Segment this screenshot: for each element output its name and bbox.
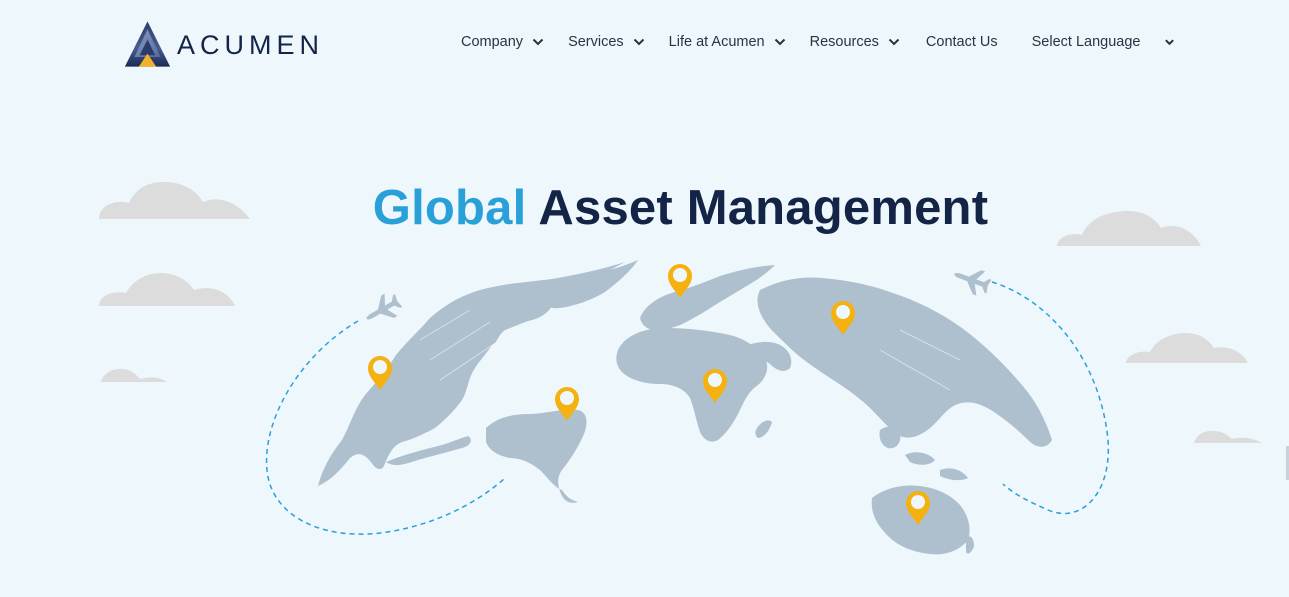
chevron-down-icon bbox=[774, 38, 785, 46]
flight-route-right bbox=[991, 281, 1110, 515]
airplane-icon bbox=[360, 289, 406, 330]
continent-arabia bbox=[742, 341, 792, 371]
chevron-down-icon bbox=[1165, 39, 1175, 46]
location-pin-icon[interactable] bbox=[368, 356, 392, 390]
continent-europe bbox=[640, 265, 775, 330]
location-pin-icon[interactable] bbox=[703, 369, 727, 403]
chevron-down-icon bbox=[532, 38, 544, 46]
location-pin-icon[interactable] bbox=[668, 264, 692, 298]
nav-item-services[interactable]: Services bbox=[568, 34, 645, 50]
location-pin-icon[interactable] bbox=[831, 301, 855, 335]
continent-north-america bbox=[318, 262, 625, 486]
hero-title-rest: Asset Management bbox=[526, 181, 989, 235]
continents bbox=[318, 260, 1052, 555]
language-select[interactable]: Select Language bbox=[1032, 34, 1176, 50]
nav-item-resources[interactable]: Resources bbox=[810, 34, 900, 50]
continent-greenland bbox=[540, 260, 638, 309]
flight-route-left bbox=[265, 320, 506, 535]
main-nav: Company Services Life at Acumen Resource… bbox=[461, 30, 1175, 54]
continent-central-america bbox=[386, 436, 471, 466]
location-pin-icon[interactable] bbox=[906, 491, 930, 525]
nav-item-label: Services bbox=[568, 34, 624, 50]
cloud bbox=[101, 368, 167, 382]
language-select-label: Select Language bbox=[1031, 34, 1141, 50]
continent-south-america bbox=[486, 409, 587, 503]
nav-item-contact-us[interactable]: Contact Us bbox=[926, 34, 998, 50]
nav-item-life-at-acumen[interactable]: Life at Acumen bbox=[669, 34, 786, 50]
world-map-illustration bbox=[99, 181, 1262, 555]
continent-africa bbox=[616, 328, 768, 442]
hero-title-accent: Global bbox=[372, 181, 527, 235]
brand-name: ACUMEN bbox=[176, 29, 324, 60]
airplane-icon bbox=[950, 261, 994, 299]
chevron-down-icon bbox=[888, 38, 900, 46]
nav-item-label: Company bbox=[461, 34, 524, 50]
acumen-logo-icon bbox=[124, 21, 171, 67]
continent-madagascar bbox=[755, 420, 772, 438]
nav-item-company[interactable]: Company bbox=[461, 34, 544, 50]
hero-title: Global Asset Management bbox=[0, 180, 1289, 236]
nav-item-label: Life at Acumen bbox=[668, 34, 765, 50]
map-texture bbox=[419, 309, 961, 391]
nav-item-label: Contact Us bbox=[925, 34, 998, 50]
continent-asia bbox=[757, 277, 1052, 447]
cloud bbox=[1194, 430, 1262, 443]
brand-logo[interactable]: ACUMEN bbox=[124, 16, 324, 72]
chevron-down-icon bbox=[633, 38, 644, 46]
continent-southeast-asia bbox=[879, 426, 968, 481]
nav-item-label: Resources bbox=[809, 34, 879, 50]
location-pin-icon[interactable] bbox=[555, 387, 579, 421]
continent-new-zealand bbox=[966, 536, 974, 554]
cloud bbox=[99, 272, 235, 306]
cloud bbox=[1126, 333, 1248, 363]
